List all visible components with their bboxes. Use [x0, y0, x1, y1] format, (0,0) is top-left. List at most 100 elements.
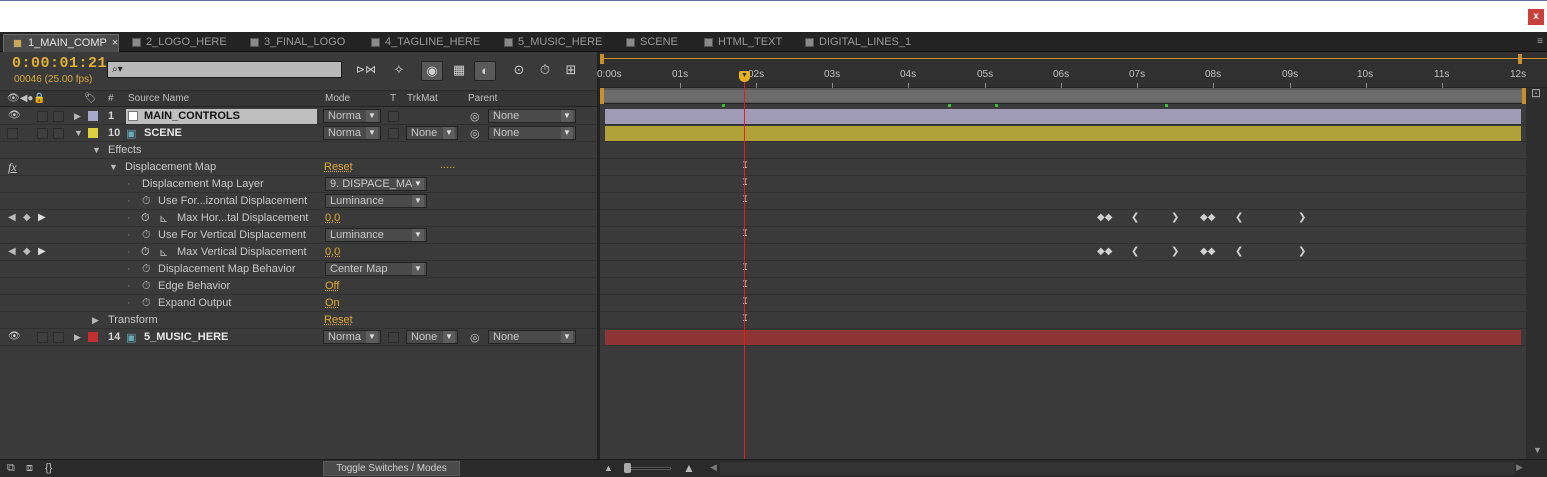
property-row-edge-behavior[interactable]: · ⏱ Edge Behavior Off	[0, 278, 597, 295]
effect-about-link[interactable]: .....	[440, 159, 455, 171]
layer-name[interactable]: MAIN_CONTROLS	[144, 110, 240, 122]
collapse-triangle-icon[interactable]: ▼	[92, 145, 101, 155]
brainstorm-icon[interactable]: ⏱	[534, 61, 556, 81]
property-row-dm-layer[interactable]: · Displacement Map Layer 9. DISPACE_MA ▼	[0, 176, 597, 193]
add-keyframe-icon[interactable]: ◆	[23, 246, 31, 257]
expand-triangle-icon[interactable]: ▶	[74, 111, 81, 122]
graph-icon[interactable]: ⊾	[159, 212, 168, 225]
parent-dropdown[interactable]: None ▼	[488, 109, 576, 123]
work-area-range[interactable]	[604, 90, 1522, 102]
layer-label-color[interactable]	[88, 111, 98, 121]
comp-marker[interactable]	[995, 104, 998, 107]
blend-mode-dropdown[interactable]: Norma ▼	[323, 109, 381, 123]
layer-duration-bar[interactable]	[605, 330, 1521, 345]
draft-3d-icon[interactable]: ⊳⋈	[352, 61, 380, 81]
current-time-indicator-head-icon[interactable]: ▼	[739, 71, 750, 82]
comp-marker[interactable]	[722, 104, 725, 107]
comp-marker[interactable]	[1165, 104, 1168, 107]
prev-keyframe-icon[interactable]: ◀	[8, 212, 16, 223]
av-switches-header[interactable]: 👁◀●🔒	[7, 93, 46, 104]
expand-output-value[interactable]: On	[325, 297, 340, 309]
pick-whip-icon[interactable]: ◎	[470, 331, 480, 344]
expand-triangle-icon[interactable]: ▶	[92, 315, 99, 326]
visibility-eye-icon[interactable]: 👁	[8, 110, 21, 121]
current-time-indicator-line[interactable]	[744, 74, 745, 459]
next-keyframe-icon[interactable]: ▶	[38, 212, 46, 223]
vertical-scrollbar[interactable]: ⊡ ▼	[1526, 86, 1547, 459]
property-row-expand-output[interactable]: · ⏱ Expand Output On	[0, 295, 597, 312]
video-switch[interactable]	[7, 128, 18, 139]
keyframe-ease-icon[interactable]: ❯	[1171, 212, 1179, 223]
property-row-max-vertical[interactable]: ◀ ◆ ▶ · ⏱ ⊾ Max Vertical Displacement 0,…	[0, 244, 597, 261]
preserve-transparency-switch[interactable]	[388, 128, 399, 139]
label-column-icon[interactable]: 🏷	[84, 93, 97, 104]
layer-label-color[interactable]	[88, 128, 98, 138]
tab-scene[interactable]: SCENE	[618, 34, 690, 52]
solo-switch[interactable]	[37, 128, 48, 139]
lock-switch[interactable]	[53, 128, 64, 139]
expand-icon[interactable]: {}	[45, 462, 52, 474]
scroll-right-icon[interactable]: ▶	[1516, 462, 1523, 473]
keyframe-ease-icon[interactable]: ❮	[1235, 246, 1243, 257]
effect-reset-link[interactable]: Reset	[324, 161, 353, 173]
blend-mode-dropdown[interactable]: Norma ▼	[323, 330, 381, 344]
property-row-max-horizontal[interactable]: ◀ ◆ ▶ · ⏱ ⊾ Max Hor...tal Displacement 0…	[0, 210, 597, 227]
parent-dropdown[interactable]: None ▼	[488, 330, 576, 344]
layer-label-color[interactable]	[88, 332, 98, 342]
keyframe-diamond-icon[interactable]: ◆◆	[1200, 212, 1215, 223]
use-horizontal-dropdown[interactable]: Luminance ▼	[325, 194, 427, 208]
track-matte-dropdown[interactable]: None ▼	[406, 330, 458, 344]
edge-behavior-value[interactable]: Off	[325, 280, 339, 292]
panel-menu-icon[interactable]: ≡	[1537, 36, 1543, 47]
property-row-map-behavior[interactable]: · ⏱ Displacement Map Behavior Center Map…	[0, 261, 597, 278]
effect-row-displacement-map[interactable]: fx ▼ Displacement Map Reset .....	[0, 159, 597, 176]
motion-blur-icon[interactable]: ◉	[421, 61, 443, 81]
use-vertical-dropdown[interactable]: Luminance ▼	[325, 228, 427, 242]
toggle-switches-modes-button[interactable]: Toggle Switches / Modes	[323, 461, 460, 476]
tab-3-final-logo[interactable]: 3_FINAL_LOGO	[242, 34, 354, 52]
tab-2-logo-here[interactable]: 2_LOGO_HERE	[124, 34, 236, 52]
visibility-eye-icon[interactable]: 👁	[8, 331, 21, 342]
zoom-slider-track[interactable]	[625, 467, 671, 470]
graph-icon[interactable]: ⊾	[159, 246, 168, 259]
navigator-start-handle[interactable]	[600, 54, 604, 64]
keyframe-ease-icon[interactable]: ❮	[1131, 212, 1139, 223]
zoom-in-icon[interactable]: ▲	[683, 461, 695, 475]
layer-row-main-controls[interactable]: 👁 ▶ 1 MAIN_CONTROLS Norma ▼ ◎ None ▼	[0, 108, 597, 125]
layer-name[interactable]: SCENE	[144, 127, 182, 139]
close-tab-icon[interactable]: ×	[112, 37, 118, 49]
shy-icon[interactable]: ✧	[388, 61, 410, 81]
zoom-comp-icon[interactable]: ⊡	[1531, 86, 1541, 100]
property-row-use-horizontal[interactable]: · ⏱ Use For...izontal Displacement Lumin…	[0, 193, 597, 210]
solo-switch[interactable]	[37, 111, 48, 122]
preserve-transparency-switch[interactable]	[388, 111, 399, 122]
keyframe-ease-icon[interactable]: ❯	[1298, 212, 1306, 223]
layer-button-icon[interactable]: ⧈	[26, 462, 33, 475]
collapse-triangle-icon[interactable]: ▼	[74, 128, 83, 138]
transform-reset-link[interactable]: Reset	[324, 314, 353, 326]
live-update-icon[interactable]: ⊙	[508, 61, 530, 81]
keyframe-ease-icon[interactable]: ❮	[1131, 246, 1139, 257]
stopwatch-active-icon[interactable]: ⏱	[141, 212, 150, 225]
pick-whip-icon[interactable]: ◎	[470, 127, 480, 140]
expand-triangle-icon[interactable]: ▶	[74, 332, 81, 343]
scroll-left-icon[interactable]: ◀	[710, 462, 717, 473]
layer-row-music-here[interactable]: 👁 ▶ 14 ▣ 5_MUSIC_HERE Norma ▼ None ▼ ◎ Non…	[0, 329, 597, 346]
stopwatch-icon[interactable]: ⏱	[142, 195, 151, 208]
stopwatch-icon[interactable]: ⏱	[142, 280, 151, 293]
navigator-end-handle[interactable]	[1518, 54, 1522, 64]
graph-editor-icon[interactable]: ◐	[474, 61, 496, 81]
layer-duration-bar[interactable]	[605, 126, 1521, 141]
map-behavior-dropdown[interactable]: Center Map ▼	[325, 262, 427, 276]
keyframe-ease-icon[interactable]: ❯	[1171, 246, 1179, 257]
keyframe-diamond-icon[interactable]: ◆◆	[1200, 246, 1215, 257]
stopwatch-icon[interactable]: ⏱	[142, 229, 151, 242]
work-area-start-handle[interactable]	[600, 88, 604, 104]
stopwatch-icon[interactable]: ⏱	[142, 297, 151, 310]
pick-whip-icon[interactable]: ◎	[470, 110, 480, 123]
keyframe-ease-icon[interactable]: ❯	[1298, 246, 1306, 257]
layer-duration-bar[interactable]	[605, 109, 1521, 124]
transform-group-row[interactable]: ▶ Transform Reset	[0, 312, 597, 329]
lock-switch[interactable]	[53, 332, 64, 343]
work-area-bar[interactable]	[600, 88, 1526, 104]
